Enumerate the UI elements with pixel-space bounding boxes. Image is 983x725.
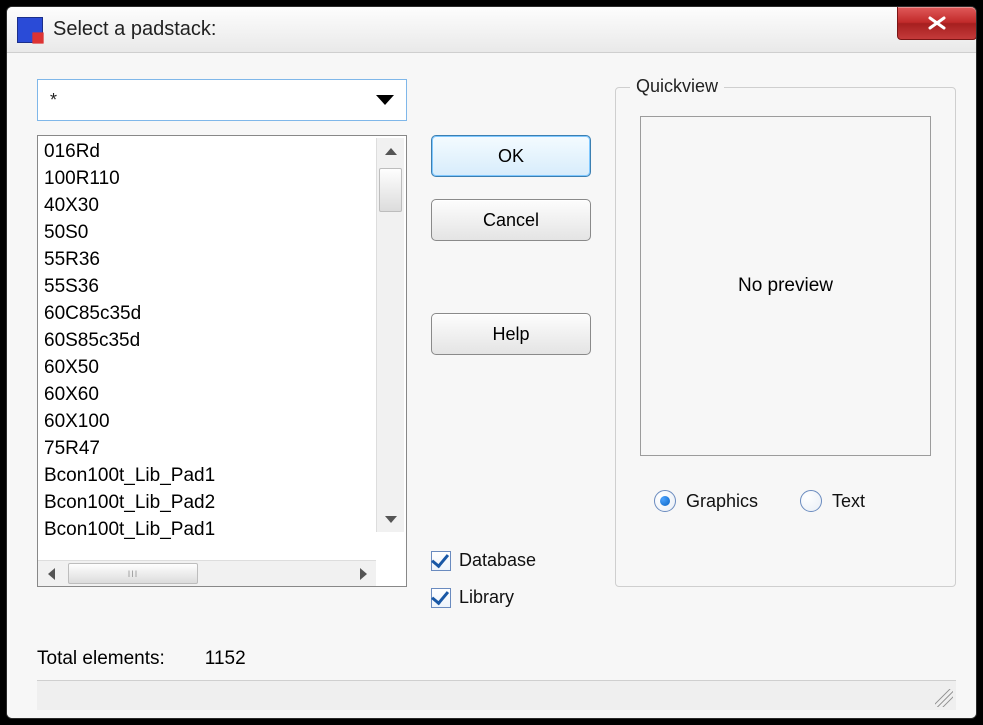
text-label: Text [832,491,865,512]
preview-area: No preview [640,116,931,456]
list-items: 016Rd 100R110 40X30 50S0 55R36 55S36 60C… [38,136,406,545]
text-radio[interactable] [800,490,822,512]
library-checkbox[interactable] [431,588,451,608]
graphics-radio-row[interactable]: Graphics [654,490,758,512]
text-radio-row[interactable]: Text [800,490,865,512]
filter-combo[interactable]: * [37,79,407,121]
vertical-scrollbar[interactable] [376,138,404,532]
database-label: Database [459,550,536,571]
total-value: 1152 [205,648,246,670]
list-item[interactable]: 40X30 [42,192,402,219]
vertical-scroll-thumb[interactable] [379,168,402,212]
source-checkboxes: Database Library [431,544,591,608]
horizontal-scroll-thumb[interactable]: III [68,563,198,584]
preview-text: No preview [738,275,833,297]
horizontal-scrollbar[interactable]: III [38,560,376,586]
list-item[interactable]: 50S0 [42,219,402,246]
main-layout: * 016Rd 100R110 40X30 50S0 55R36 55S36 6… [37,79,956,634]
library-label: Library [459,587,514,608]
cancel-button[interactable]: Cancel [431,199,591,241]
quickview-legend: Quickview [630,76,724,97]
list-item[interactable]: Bcon100t_Lib_Pad1 [42,516,402,543]
list-item[interactable]: Bcon100t_Lib_Pad1 [42,462,402,489]
total-label: Total elements: [37,648,165,670]
chevron-down-icon [376,95,394,105]
resize-grip-icon[interactable] [935,689,953,707]
scroll-right-arrow-icon[interactable] [350,561,376,586]
graphics-label: Graphics [686,491,758,512]
app-icon [17,17,43,43]
ok-button[interactable]: OK [431,135,591,177]
scroll-left-arrow-icon[interactable] [38,561,64,586]
graphics-radio[interactable] [654,490,676,512]
list-item[interactable]: 100R110 [42,165,402,192]
quickview-group: Quickview No preview Graphics Text [615,87,956,587]
database-check-row[interactable]: Database [431,550,591,571]
scroll-down-arrow-icon[interactable] [377,506,404,532]
list-item[interactable]: 60X60 [42,381,402,408]
close-icon [927,16,947,30]
library-check-row[interactable]: Library [431,587,591,608]
padstack-listbox[interactable]: 016Rd 100R110 40X30 50S0 55R36 55S36 60C… [37,135,407,587]
help-button[interactable]: Help [431,313,591,355]
database-checkbox[interactable] [431,551,451,571]
close-button[interactable] [897,6,977,40]
dialog-window: Select a padstack: * 016Rd 100R110 [6,6,977,719]
statusbar [37,680,956,710]
left-column: * 016Rd 100R110 40X30 50S0 55R36 55S36 6… [37,79,407,634]
list-item[interactable]: 60X50 [42,354,402,381]
list-item[interactable]: 60C85c35d [42,300,402,327]
total-row: Total elements: 1152 [37,648,956,670]
right-column: Quickview No preview Graphics Text [615,79,956,634]
listbox-viewport: 016Rd 100R110 40X30 50S0 55R36 55S36 60C… [38,136,406,560]
list-item[interactable]: 75R47 [42,435,402,462]
quickview-mode-radios: Graphics Text [640,490,931,512]
list-item[interactable]: 55S36 [42,273,402,300]
middle-column: OK Cancel Help Database Library [431,79,591,634]
list-item[interactable]: 55R36 [42,246,402,273]
list-item[interactable]: 016Rd [42,138,402,165]
list-item[interactable]: Bcon100t_Lib_Pad2 [42,489,402,516]
list-item[interactable]: 60S85c35d [42,327,402,354]
scroll-up-arrow-icon[interactable] [377,138,404,164]
titlebar[interactable]: Select a padstack: [7,7,976,53]
list-item[interactable]: 60X100 [42,408,402,435]
filter-value: * [50,90,57,111]
client-area: * 016Rd 100R110 40X30 50S0 55R36 55S36 6… [7,53,976,718]
window-title: Select a padstack: [53,18,216,41]
